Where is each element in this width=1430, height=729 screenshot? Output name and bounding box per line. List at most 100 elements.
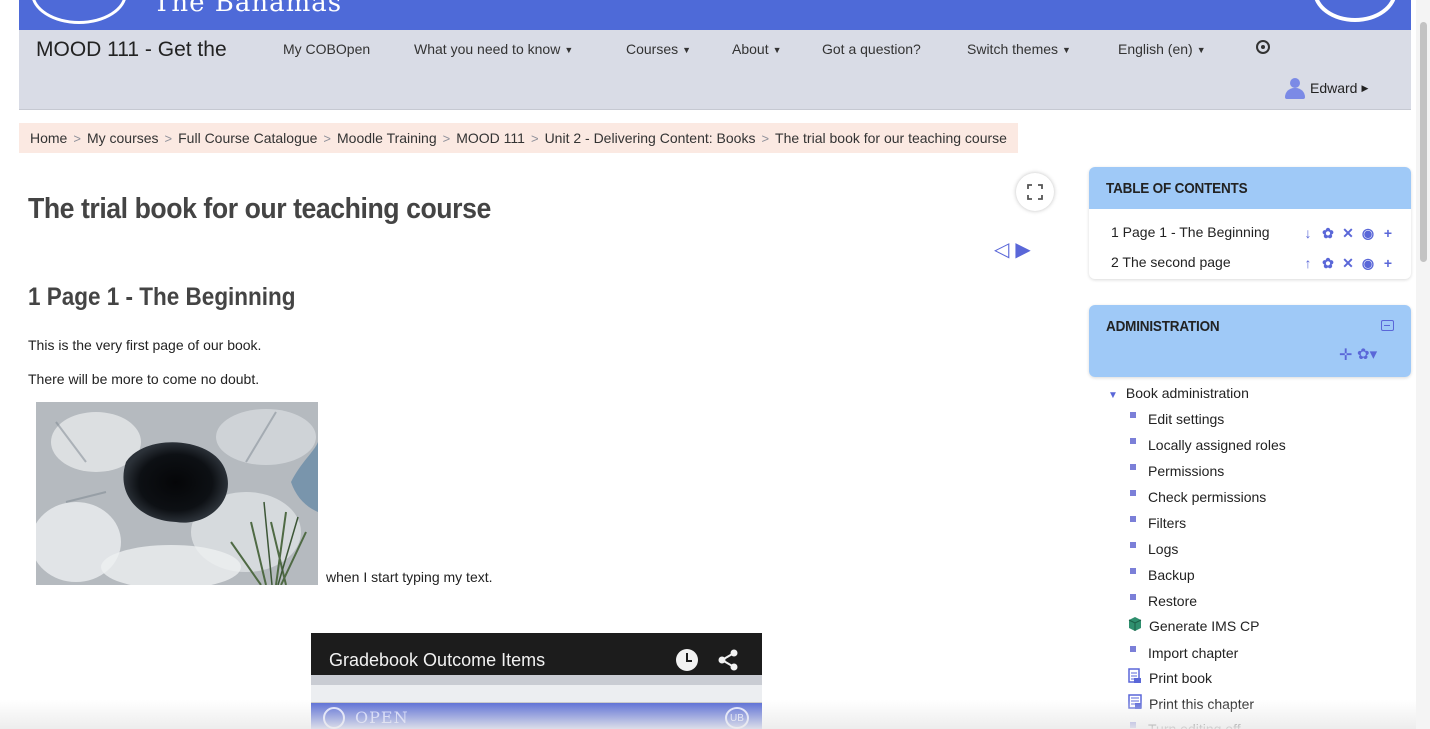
breadcrumb-moodle-training[interactable]: Moodle Training — [337, 130, 437, 146]
nav-language[interactable]: English (en) ▼ — [1118, 41, 1206, 57]
chevron-right-icon: > — [164, 130, 173, 146]
course-brand[interactable]: MOOD 111 - Get the — [36, 38, 227, 62]
logo-icon — [323, 707, 345, 729]
admin-item-locally-assigned-roles[interactable]: Locally assigned roles — [1128, 437, 1286, 453]
caret-down-icon: ▼ — [1196, 45, 1206, 55]
breadcrumb-current: The trial book for our teaching course — [775, 130, 1007, 146]
user-menu[interactable]: Edward ▶ — [1284, 77, 1368, 99]
tree-label: Locally assigned roles — [1148, 437, 1286, 453]
breadcrumb-unit-2[interactable]: Unit 2 - Delivering Content: Books — [545, 130, 756, 146]
breadcrumb-my-courses[interactable]: My courses — [87, 130, 159, 146]
admin-item-print-book[interactable]: Print book — [1128, 668, 1212, 686]
admin-item-check-permissions[interactable]: Check permissions — [1128, 489, 1266, 505]
admin-item-print-this-chapter[interactable]: Print this chapter — [1128, 694, 1254, 712]
gear-icon[interactable]: ✿▾ — [1357, 345, 1377, 363]
delete-icon[interactable]: ✕ — [1341, 225, 1355, 242]
nav-got-a-question[interactable]: Got a question? — [822, 41, 921, 57]
nav-label: Courses — [626, 41, 679, 57]
admin-item-permissions[interactable]: Permissions — [1128, 463, 1224, 479]
bullet-icon — [1130, 568, 1136, 574]
video-thumbnail-badge: UB — [725, 707, 749, 729]
add-icon[interactable]: + — [1381, 255, 1395, 272]
fullscreen-button[interactable] — [1016, 173, 1054, 211]
toc-block: TABLE OF CONTENTS 1 Page 1 - The Beginni… — [1089, 167, 1411, 279]
move-down-icon[interactable]: ↓ — [1301, 225, 1315, 242]
bullet-icon — [1130, 594, 1136, 600]
chapter-paragraph: This is the very first page of our book. — [28, 337, 262, 353]
caret-down-icon: ▼ — [772, 45, 782, 55]
bullet-icon — [1130, 490, 1136, 496]
nav-my-cobopen[interactable]: My COBOpen — [283, 41, 370, 57]
block-header: TABLE OF CONTENTS — [1089, 167, 1411, 209]
breadcrumb-full-course-catalogue[interactable]: Full Course Catalogue — [178, 130, 317, 146]
page-scrollbar[interactable] — [1416, 0, 1430, 729]
nav-about[interactable]: About ▼ — [732, 41, 782, 57]
nav-label: English (en) — [1118, 41, 1193, 57]
admin-item-generate-ims-cp[interactable]: Generate IMS CP — [1128, 617, 1260, 634]
watch-later-icon[interactable] — [676, 649, 698, 671]
toc-item-2[interactable]: 2 The second page — [1111, 254, 1231, 270]
chevron-right-icon: > — [73, 130, 81, 146]
tree-label: Book administration — [1125, 385, 1249, 401]
previous-chapter-icon[interactable]: ◁ — [994, 240, 1009, 260]
nav-label: What you need to know — [414, 41, 561, 57]
page-title: The trial book for our teaching course — [28, 193, 491, 225]
bullet-icon — [1130, 722, 1136, 728]
bullet-icon — [1130, 438, 1136, 444]
nav-label: Got a question? — [822, 41, 921, 57]
toc-item-label: 2 The second page — [1111, 254, 1231, 270]
bullet-icon — [1130, 412, 1136, 418]
admin-item-edit-settings[interactable]: Edit settings — [1128, 411, 1224, 427]
admin-item-filters[interactable]: Filters — [1128, 515, 1186, 531]
toc-item-1[interactable]: 1 Page 1 - The Beginning — [1111, 224, 1270, 240]
tree-label: Generate IMS CP — [1149, 618, 1260, 634]
print-book-icon — [1128, 668, 1141, 683]
tree-label: Check permissions — [1148, 489, 1267, 505]
nav-switch-themes[interactable]: Switch themes ▼ — [967, 41, 1071, 57]
package-icon — [1128, 617, 1142, 631]
messages-icon[interactable] — [1256, 40, 1270, 54]
tree-label: Import chapter — [1148, 645, 1239, 661]
add-icon[interactable]: + — [1381, 225, 1395, 242]
scrollbar-thumb[interactable] — [1420, 22, 1427, 262]
breadcrumb-mood-111[interactable]: MOOD 111 — [456, 130, 525, 146]
nav-courses[interactable]: Courses ▼ — [626, 41, 691, 57]
chapter-image — [36, 402, 318, 585]
nav-label: Switch themes — [967, 41, 1059, 57]
site-name[interactable]: The Bahamas — [153, 0, 342, 18]
eye-icon[interactable]: ◉ — [1361, 255, 1375, 272]
admin-item-import-chapter[interactable]: Import chapter — [1128, 645, 1238, 661]
video-title[interactable]: Gradebook Outcome Items — [329, 650, 545, 671]
collapse-icon[interactable] — [1381, 320, 1394, 331]
admin-item-restore[interactable]: Restore — [1128, 593, 1197, 609]
chevron-right-icon: > — [323, 130, 332, 146]
chevron-right-icon: > — [442, 130, 451, 146]
nav-what-you-need-to-know[interactable]: What you need to know ▼ — [414, 41, 573, 57]
move-up-icon[interactable]: ↑ — [1301, 255, 1315, 272]
breadcrumb-home[interactable]: Home — [30, 130, 67, 146]
print-chapter-icon — [1128, 694, 1142, 709]
gear-icon[interactable]: ✿ — [1321, 255, 1335, 272]
embedded-video[interactable]: Gradebook Outcome Items OPEN UB — [311, 633, 762, 729]
chapter-title: 1 Page 1 - The Beginning — [28, 283, 296, 311]
admin-tree-root[interactable]: ▼ Book administration — [1108, 385, 1249, 401]
share-icon[interactable] — [716, 648, 740, 672]
site-banner: The Bahamas — [19, 0, 1411, 30]
tree-label: Edit settings — [1148, 411, 1225, 427]
user-name: Edward — [1310, 80, 1358, 96]
gear-icon[interactable]: ✿ — [1321, 225, 1335, 242]
nav-label: About — [732, 41, 769, 57]
eye-icon[interactable]: ◉ — [1361, 225, 1375, 242]
site-logo[interactable] — [31, 0, 127, 24]
admin-item-turn-editing-off[interactable]: Turn editing off — [1128, 721, 1241, 729]
delete-icon[interactable]: ✕ — [1341, 255, 1355, 272]
tree-label: Restore — [1148, 593, 1198, 609]
admin-item-logs[interactable]: Logs — [1128, 541, 1178, 557]
caret-down-icon: ▼ — [1062, 45, 1071, 55]
avatar — [1284, 77, 1306, 99]
chapter-navigation: ◁ ▶ — [994, 240, 1031, 260]
next-chapter-icon[interactable]: ▶ — [1015, 240, 1030, 260]
admin-item-backup[interactable]: Backup — [1128, 567, 1195, 583]
toc-item-1-actions: ↓ ✿ ✕ ◉ + — [1301, 225, 1395, 242]
move-icon[interactable]: ✛ — [1339, 345, 1352, 365]
